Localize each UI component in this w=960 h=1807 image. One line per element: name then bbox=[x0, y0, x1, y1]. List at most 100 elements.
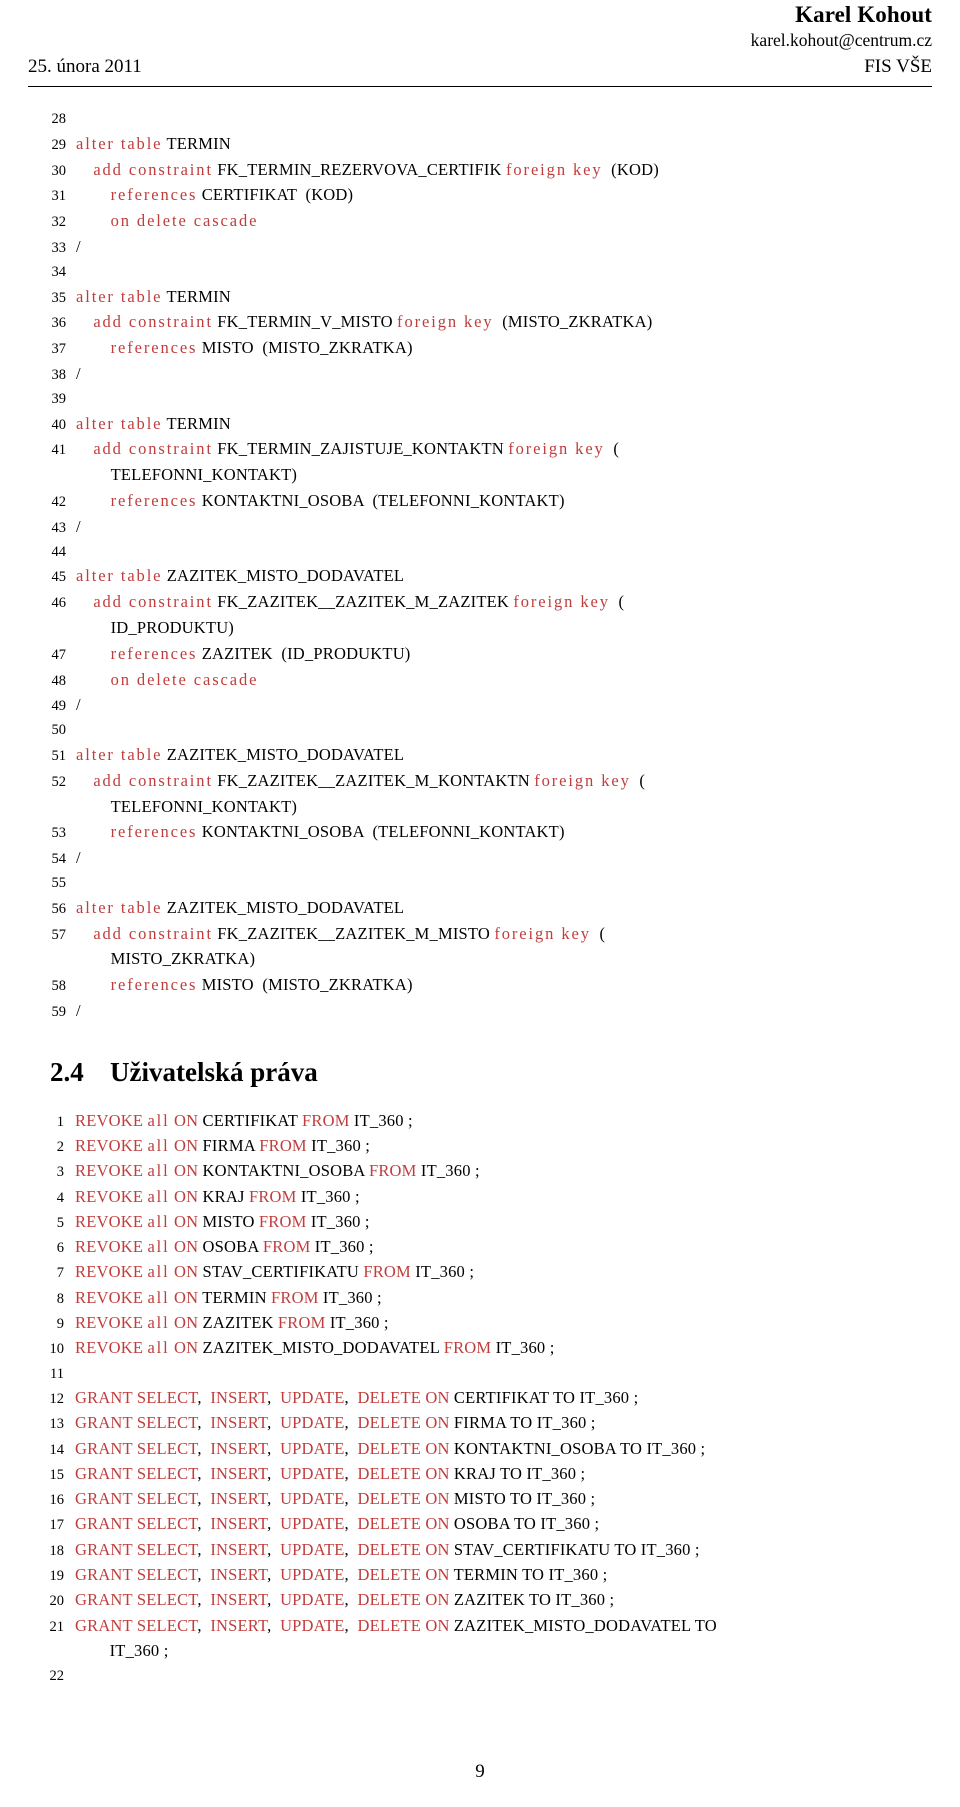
code-identifier: KONTAKTNI_OSOBA (TELEFONNI_KONTAKT) bbox=[201, 822, 565, 842]
code-keyword: foreign key bbox=[506, 159, 603, 179]
code-keyword: alter table bbox=[76, 566, 163, 586]
code-line-number: 30 bbox=[51, 162, 67, 179]
code-keyword: REVOKE bbox=[75, 1161, 144, 1181]
code-keyword: ON bbox=[173, 1135, 199, 1155]
code-line-number: 50 bbox=[51, 722, 67, 739]
code-keyword: add constraint bbox=[93, 592, 213, 612]
code-identifier: , bbox=[267, 1413, 281, 1433]
code-line: 13 GRANT SELECT, INSERT, UPDATE, DELETE O… bbox=[28, 1411, 932, 1436]
code-line-text: add constraint FK_TERMIN_REZERVOVA_CERTI… bbox=[76, 158, 932, 182]
code-keyword: all bbox=[147, 1186, 170, 1206]
code-keyword: alter table bbox=[76, 744, 163, 764]
section-heading: 2.4 Uživatelská práva bbox=[28, 1055, 932, 1089]
code-keyword: REVOKE bbox=[75, 1313, 144, 1333]
code-keyword: all bbox=[147, 1161, 170, 1181]
code-keyword: DELETE ON bbox=[357, 1514, 450, 1534]
code-line: 20 GRANT SELECT, INSERT, UPDATE, DELETE O… bbox=[28, 1588, 932, 1613]
code-line-number: 55 bbox=[51, 874, 67, 891]
code-line-text: GRANT SELECT, INSERT, UPDATE, DELETE ON … bbox=[73, 1411, 932, 1435]
code-identifier: FK_ZAZITEK__ZAZITEK_M_KONTAKTN bbox=[217, 770, 530, 790]
code-line: 34 bbox=[28, 261, 932, 285]
code-line-text: REVOKE all ON MISTO FROM IT_360 ; bbox=[73, 1210, 932, 1234]
code-line: 14 GRANT SELECT, INSERT, UPDATE, DELETE O… bbox=[28, 1437, 932, 1462]
code-line-text: REVOKE all ON OSOBA FROM IT_360 ; bbox=[73, 1235, 932, 1259]
code-line-number: 46 bbox=[51, 595, 67, 612]
code-keyword: GRANT SELECT bbox=[75, 1438, 198, 1458]
code-identifier: , bbox=[197, 1387, 211, 1407]
code-line-text: references MISTO (MISTO_ZKRATKA) bbox=[76, 336, 932, 360]
code-identifier: TERMIN bbox=[198, 1287, 272, 1307]
code-keyword: on delete cascade bbox=[110, 669, 259, 689]
code-keyword: INSERT bbox=[210, 1539, 268, 1559]
code-identifier: CERTIFIKAT (KOD) bbox=[201, 185, 354, 205]
code-line-number: 17 bbox=[49, 1517, 65, 1534]
code-identifier: TERMIN bbox=[166, 133, 231, 153]
code-identifier: IT_360 ; bbox=[410, 1262, 475, 1282]
code-line: 21 GRANT SELECT, INSERT, UPDATE, DELETE O… bbox=[28, 1614, 932, 1639]
code-identifier: , bbox=[267, 1463, 281, 1483]
code-line-text: REVOKE all ON STAV_CERTIFIKATU FROM IT_3… bbox=[73, 1260, 932, 1284]
code-line: 8 REVOKE all ON TERMIN FROM IT_360 ; bbox=[28, 1286, 932, 1311]
code-keyword: FROM bbox=[262, 1237, 311, 1257]
code-line-number: 33 bbox=[51, 239, 67, 256]
code-line: 49 / bbox=[28, 693, 932, 719]
code-keyword: references bbox=[110, 185, 198, 205]
code-line-number: 8 bbox=[56, 1290, 64, 1307]
code-line: 39 bbox=[28, 388, 932, 412]
code-line-number: 51 bbox=[51, 747, 67, 764]
code-line-text: GRANT SELECT, INSERT, UPDATE, DELETE ON … bbox=[73, 1538, 932, 1562]
code-identifier: ZAZITEK_MISTO_DODAVATEL bbox=[198, 1338, 444, 1358]
code-keyword: references bbox=[110, 822, 198, 842]
code-line: 41 add constraint FK_TERMIN_ZAJISTUJE_KO… bbox=[28, 437, 932, 463]
code-line-number: 28 bbox=[51, 111, 67, 127]
code-line-number: 41 bbox=[51, 442, 67, 459]
page-footer: 9 bbox=[0, 1761, 960, 1783]
code-line: 22 bbox=[28, 1664, 932, 1688]
code-line-number: 20 bbox=[49, 1593, 65, 1610]
code-line: 2 REVOKE all ON FIRMA FROM IT_360 ; bbox=[28, 1134, 932, 1159]
code-identifier: IT_360 ; bbox=[349, 1110, 413, 1130]
code-identifier: ZAZITEK TO IT_360 ; bbox=[449, 1590, 615, 1610]
code-line: 37 references MISTO (MISTO_ZKRATKA) bbox=[28, 336, 932, 362]
code-keyword: UPDATE bbox=[280, 1387, 345, 1407]
code-identifier bbox=[76, 312, 93, 331]
code-identifier: FK_TERMIN_REZERVOVA_CERTIFIK bbox=[217, 159, 502, 179]
code-identifier: , bbox=[267, 1489, 281, 1509]
code-line: 31 references CERTIFIKAT (KOD) bbox=[28, 183, 932, 209]
code-line-number: 5 bbox=[56, 1214, 64, 1231]
code-identifier: KRAJ TO IT_360 ; bbox=[449, 1463, 586, 1483]
code-keyword: GRANT SELECT bbox=[75, 1387, 198, 1407]
code-line: 17 GRANT SELECT, INSERT, UPDATE, DELETE O… bbox=[28, 1512, 932, 1537]
code-keyword: GRANT SELECT bbox=[75, 1615, 198, 1635]
code-identifier: STAV_CERTIFIKATU TO IT_360 ; bbox=[449, 1539, 700, 1559]
code-line: 58 references MISTO (MISTO_ZKRATKA) bbox=[28, 973, 932, 999]
code-line-continuation: 57 MISTO_ZKRATKA) bbox=[28, 947, 932, 973]
code-keyword: REVOKE bbox=[75, 1287, 144, 1307]
code-keyword: references bbox=[110, 643, 198, 663]
code-keyword: ON bbox=[173, 1211, 199, 1231]
code-keyword: UPDATE bbox=[280, 1489, 345, 1509]
code-keyword: DELETE ON bbox=[357, 1463, 450, 1483]
code-keyword: add constraint bbox=[93, 312, 213, 332]
code-line: 4 REVOKE all ON KRAJ FROM IT_360 ; bbox=[28, 1185, 932, 1210]
code-line-number: 31 bbox=[51, 188, 67, 205]
code-line-text: GRANT SELECT, INSERT, UPDATE, DELETE ON … bbox=[73, 1614, 932, 1638]
code-identifier: ( bbox=[604, 439, 620, 459]
code-keyword: INSERT bbox=[210, 1489, 268, 1509]
code-line-number: 44 bbox=[51, 543, 67, 560]
code-identifier: , bbox=[197, 1489, 211, 1509]
code-keyword: ON bbox=[173, 1186, 199, 1206]
code-line-text: add constraint FK_ZAZITEK__ZAZITEK_M_ZAZ… bbox=[76, 590, 932, 614]
code-line-continuation: 52 TELEFONNI_KONTAKT) bbox=[28, 795, 932, 821]
code-line-number: 39 bbox=[51, 390, 67, 407]
code-keyword: UPDATE bbox=[280, 1438, 345, 1458]
code-line-number: 32 bbox=[51, 214, 67, 231]
code-line-continuation: 21 IT_360 ; bbox=[28, 1639, 932, 1664]
code-line-number: 3 bbox=[56, 1164, 64, 1181]
code-identifier: MISTO (MISTO_ZKRATKA) bbox=[201, 975, 413, 995]
code-line: 59 / bbox=[28, 999, 932, 1025]
code-keyword: REVOKE bbox=[75, 1237, 144, 1257]
code-identifier: KONTAKTNI_OSOBA (TELEFONNI_KONTAKT) bbox=[201, 490, 565, 510]
code-line: 54 / bbox=[28, 846, 932, 872]
code-identifier bbox=[76, 924, 93, 943]
